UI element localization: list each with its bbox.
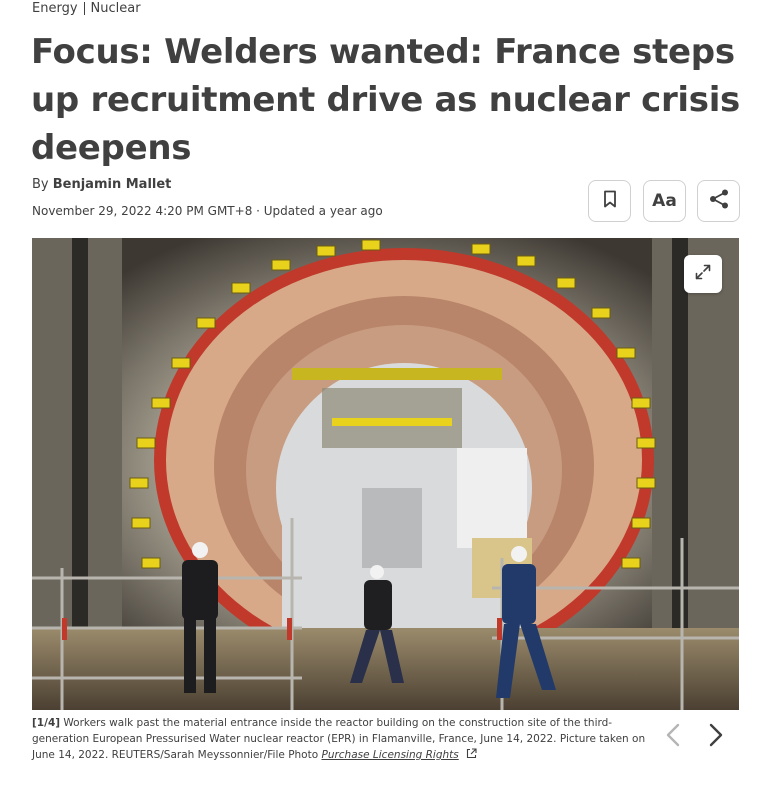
- caption-index: [1/4]: [32, 717, 61, 729]
- article-headline: Focus: Welders wanted: France steps up r…: [31, 32, 740, 168]
- expand-photo-button[interactable]: [684, 255, 722, 293]
- share-icon: [708, 188, 730, 214]
- bookmark-icon: [603, 190, 617, 212]
- article-photo[interactable]: [32, 238, 739, 710]
- byline-prefix: By: [32, 177, 53, 192]
- byline: By Benjamin Mallet: [32, 177, 171, 192]
- bookmark-button[interactable]: [588, 180, 631, 222]
- external-link-icon: [466, 748, 477, 764]
- chevron-left-icon: [666, 723, 680, 751]
- article-dateline: November 29, 2022 4:20 PM GMT+8 · Update…: [32, 204, 383, 218]
- chevron-right-icon: [709, 723, 723, 751]
- expand-icon: [695, 264, 711, 284]
- photo-caption: [1/4] Workers walk past the material ent…: [32, 715, 647, 764]
- breadcrumb-energy[interactable]: Energy: [32, 1, 78, 16]
- previous-photo-button[interactable]: [660, 723, 686, 751]
- next-photo-button[interactable]: [703, 723, 729, 751]
- breadcrumb-divider: [83, 2, 85, 15]
- breadcrumb: Energy Nuclear: [32, 1, 141, 16]
- share-button[interactable]: [697, 180, 740, 222]
- text-size-button[interactable]: Aa: [643, 180, 686, 222]
- purchase-licensing-link[interactable]: Purchase Licensing Rights: [321, 749, 458, 761]
- author-link[interactable]: Benjamin Mallet: [53, 177, 172, 192]
- breadcrumb-nuclear[interactable]: Nuclear: [91, 1, 141, 16]
